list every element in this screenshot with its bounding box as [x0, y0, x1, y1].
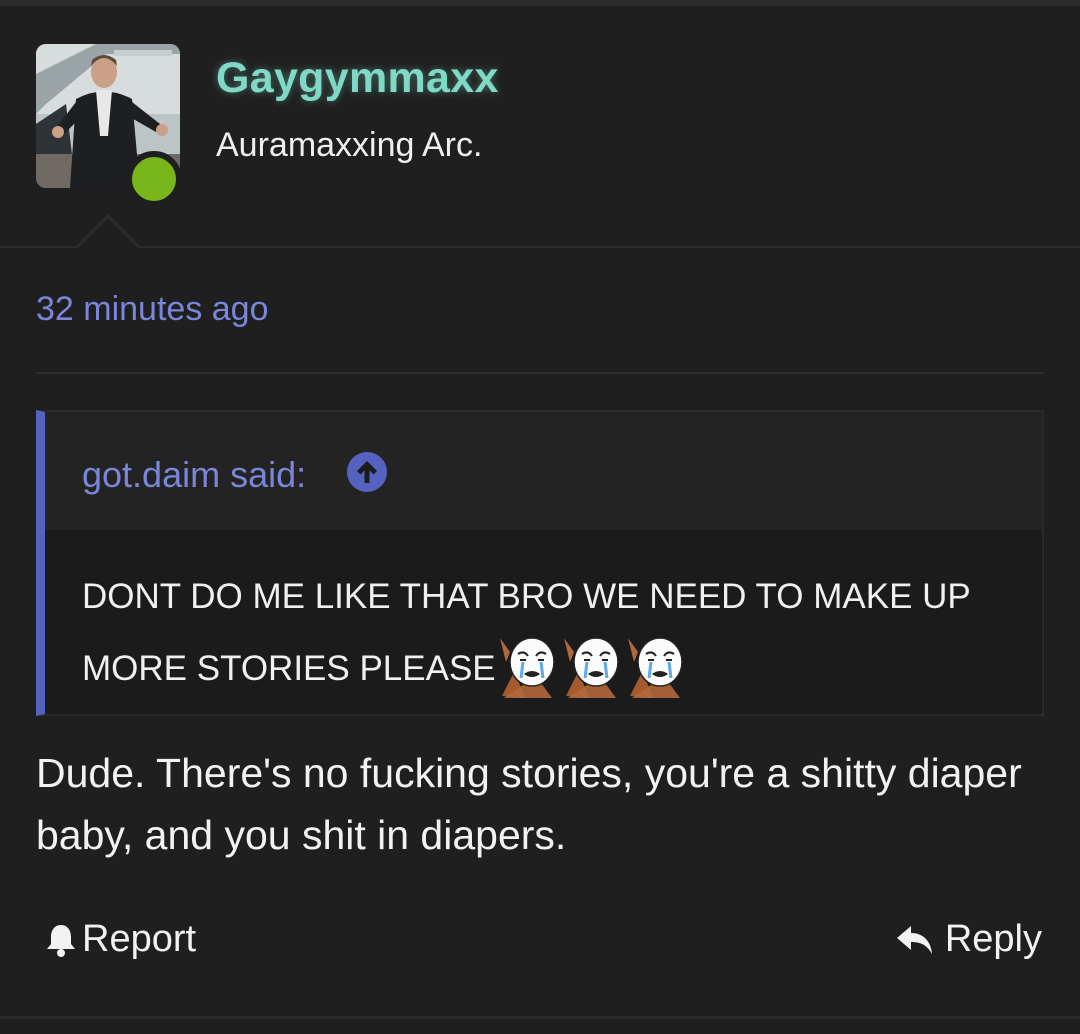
reply-label: Reply — [944, 918, 1042, 960]
post-timestamp[interactable]: 32 minutes ago — [36, 290, 269, 329]
reply-button[interactable]: Reply — [895, 918, 1042, 961]
report-button[interactable]: Report — [44, 918, 196, 961]
quote-text: DONT DO ME LIKE THAT BRO WE NEED TO MAKE… — [82, 562, 1022, 704]
user-title: Auramaxxing Arc. — [216, 126, 483, 164]
bell-icon — [47, 924, 75, 957]
crying-face-emoji — [560, 632, 622, 700]
report-label: Report — [82, 918, 197, 960]
online-status-indicator — [126, 151, 182, 207]
arrow-up-circle-icon[interactable] — [347, 452, 387, 492]
quote-block: got.daim said: DONT DO ME LIKE THAT BRO … — [36, 410, 1044, 716]
bottom-divider — [0, 1016, 1080, 1019]
reply-arrow-icon — [896, 925, 932, 954]
divider — [36, 372, 1044, 374]
post-message: Dude. There's no fucking stories, you're… — [36, 750, 1022, 858]
crying-face-emoji — [624, 632, 686, 700]
post-user-header: Gaygymmaxx Auramaxxing Arc. — [0, 6, 1080, 248]
quote-author-link[interactable]: got.daim said: — [82, 454, 306, 496]
quote-header: got.daim said: — [45, 412, 1042, 530]
post-username[interactable]: Gaygymmaxx — [216, 54, 499, 103]
crying-face-emoji — [496, 632, 558, 700]
